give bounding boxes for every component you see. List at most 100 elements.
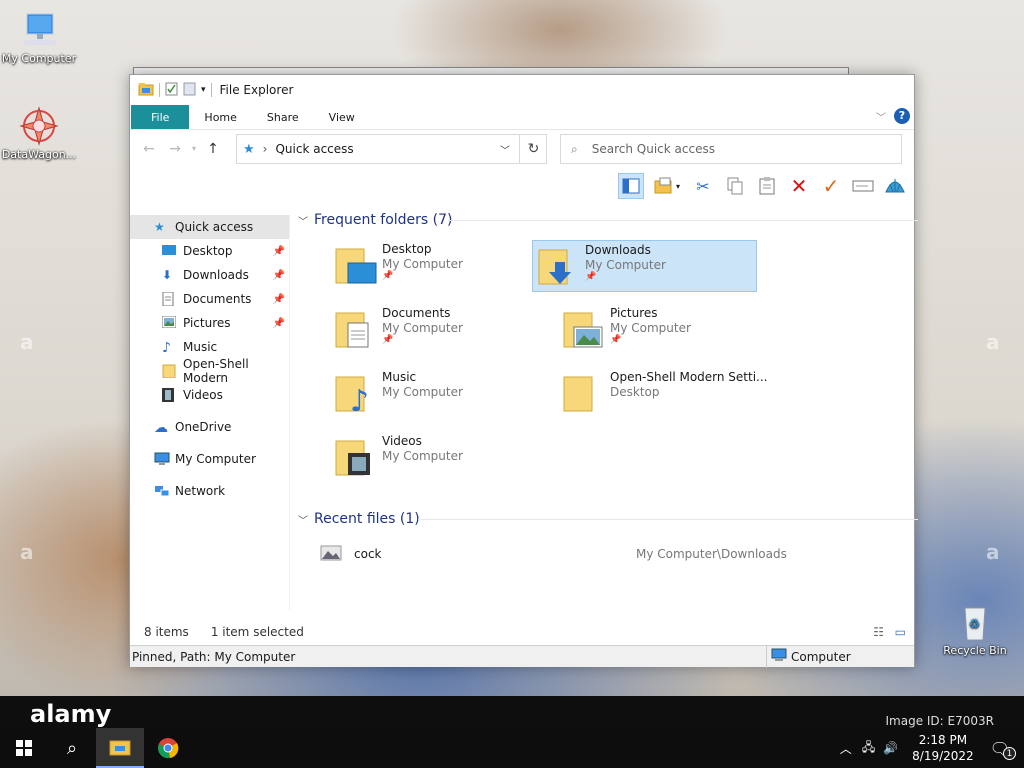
desktop-icon-datawagon[interactable]: DataWagon... [0,106,78,161]
folder-icon [162,364,176,379]
folder-tile-open-shell[interactable]: Open-Shell Modern Setti... Desktop [558,368,783,420]
folder-tile-desktop[interactable]: Desktop My Computer 📌 [330,240,555,292]
command-toolbar: ▾ ✂ ✕ ✓ [618,172,908,200]
forward-arrow-icon[interactable]: → [162,141,188,157]
monitor-icon [19,10,59,50]
folder-location: My Computer [610,321,691,335]
tab-file[interactable]: File [131,105,190,129]
large-icons-view-icon[interactable]: ▭ [895,625,906,639]
pin-icon: 📌 [585,272,597,282]
mandala-icon [19,106,59,146]
notification-badge: 1 [1003,746,1016,760]
search-icon[interactable]: ⌕ [48,728,96,768]
svg-text:♻: ♻ [969,617,980,631]
folder-tile-pictures[interactable]: Pictures My Computer 📌 [558,304,783,356]
sidebar-item-pictures[interactable]: Pictures 📌 [130,311,289,335]
folder-tile-videos[interactable]: Videos My Computer [330,432,555,484]
folder-name: Open-Shell Modern Setti... [610,370,768,384]
refresh-button[interactable]: ↻ [519,135,547,163]
file-explorer-taskbar-icon[interactable] [96,728,144,768]
desktop-icon-label: Recycle Bin [943,644,1007,657]
paste-icon[interactable] [754,173,780,199]
up-arrow-icon[interactable]: ↑ [200,141,226,157]
recent-locations-icon[interactable]: ▾ [188,144,200,153]
sidebar-item-network[interactable]: Network [130,479,289,503]
volume-icon[interactable]: 🔊 [883,741,898,755]
delete-icon[interactable]: ✕ [786,173,812,199]
sidebar-item-label: Music [183,340,218,354]
pin-icon[interactable]: 📌 [273,318,285,329]
tab-home[interactable]: Home [189,105,251,129]
preview-pane-icon[interactable] [618,173,644,199]
file-explorer-window: ▾ File Explorer File Home Share View ﹀ ?… [129,74,918,668]
expand-ribbon-icon[interactable]: ﹀ [876,109,886,124]
music-note-icon: ♪ [162,340,171,356]
details-location-label: Computer [791,649,851,664]
details-view-icon[interactable]: ☷ [873,625,884,639]
sidebar-item-videos[interactable]: Videos [130,383,289,407]
sidebar-item-my-computer[interactable]: My Computer [130,447,289,471]
tab-share[interactable]: Share [252,105,314,129]
explorer-folder-icon[interactable] [138,82,154,99]
sidebar-item-downloads[interactable]: ⬇ Downloads 📌 [130,263,289,287]
chrome-icon[interactable] [144,728,192,768]
clock[interactable]: 2:18 PM 8/19/2022 [912,732,974,764]
frequent-folders-heading[interactable]: ﹀ Frequent folders (7) [298,205,918,235]
selection-count: 1 item selected [210,625,304,639]
notification-icon[interactable]: 🗨 1 [990,739,1016,760]
sidebar-item-desktop[interactable]: Desktop 📌 [130,239,289,263]
pin-icon[interactable]: 📌 [273,270,285,281]
chevron-down-icon[interactable]: ﹀ [298,512,308,527]
taskbar: ⌕ ︿ 🖧 🔊 2:18 PM 8/19/2022 🗨 1 [0,728,1024,768]
copy-icon[interactable] [722,173,748,199]
sidebar-item-quick-access[interactable]: ★ Quick access [130,215,289,239]
chevron-down-icon[interactable]: ﹀ [500,142,510,157]
desktop-icon-recycle-bin[interactable]: ♻ Recycle Bin [936,602,1014,657]
folder-location: Desktop [610,385,660,399]
sidebar-item-documents[interactable]: Documents 📌 [130,287,289,311]
folder-location: My Computer [585,258,666,272]
network-tray-icon[interactable]: 🖧 [862,738,875,759]
back-arrow-icon[interactable]: ← [136,141,162,157]
desktop-icon [162,244,176,258]
pin-icon[interactable]: 📌 [273,246,285,257]
windows-start-icon[interactable] [0,728,48,768]
recent-files-heading[interactable]: ﹀ Recent files (1) [298,504,918,534]
customize-qat-icon[interactable]: ▾ [201,85,206,95]
clock-time: 2:18 PM [918,733,968,747]
desktop-folder-icon [334,243,378,287]
new-folder-qat-icon[interactable] [183,82,196,99]
search-icon: ⌕ [571,141,578,156]
recent-file-row[interactable]: cock My Computer\Downloads [320,543,880,565]
sidebar-item-label: Network [175,484,226,498]
folder-tile-downloads[interactable]: Downloads My Computer 📌 [532,240,757,292]
show-hidden-icons-icon[interactable]: ︿ [840,740,852,757]
tab-view[interactable]: View [314,105,370,129]
sidebar-item-onedrive[interactable]: ☁ OneDrive [130,415,289,439]
search-input[interactable]: ⌕ Search Quick access [560,134,902,164]
cloud-icon: ☁ [154,420,168,436]
svg-text:♪: ♪ [350,384,369,415]
address-bar[interactable]: ★ › Quick access ﹀ [236,134,547,164]
sidebar-item-label: Documents [183,292,252,306]
new-folder-icon[interactable]: ▾ [650,173,684,199]
sidebar-item-open-shell[interactable]: Open-Shell Modern [130,357,289,385]
folder-tile-music[interactable]: ♪ Music My Computer [330,368,555,420]
chevron-right-icon[interactable]: › [263,142,268,156]
desktop-icon-my-computer[interactable]: My Computer [0,10,78,65]
checkmark-icon[interactable]: ✓ [818,173,844,199]
divider [159,83,160,97]
folder-tile-documents[interactable]: Documents My Computer 📌 [330,304,555,356]
properties-icon[interactable] [165,82,178,99]
chevron-down-icon[interactable]: ﹀ [298,213,308,228]
cut-icon[interactable]: ✂ [690,173,716,199]
folder-name: Pictures [610,306,658,320]
pin-icon: 📌 [382,271,394,281]
sidebar-item-music[interactable]: ♪ Music [130,335,289,359]
group-heading-label: Recent files (1) [314,511,420,527]
help-icon[interactable]: ? [894,108,910,124]
clock-date: 8/19/2022 [912,749,974,763]
shell-icon[interactable] [882,173,908,199]
rename-icon[interactable] [850,173,876,199]
pin-icon[interactable]: 📌 [273,294,285,305]
